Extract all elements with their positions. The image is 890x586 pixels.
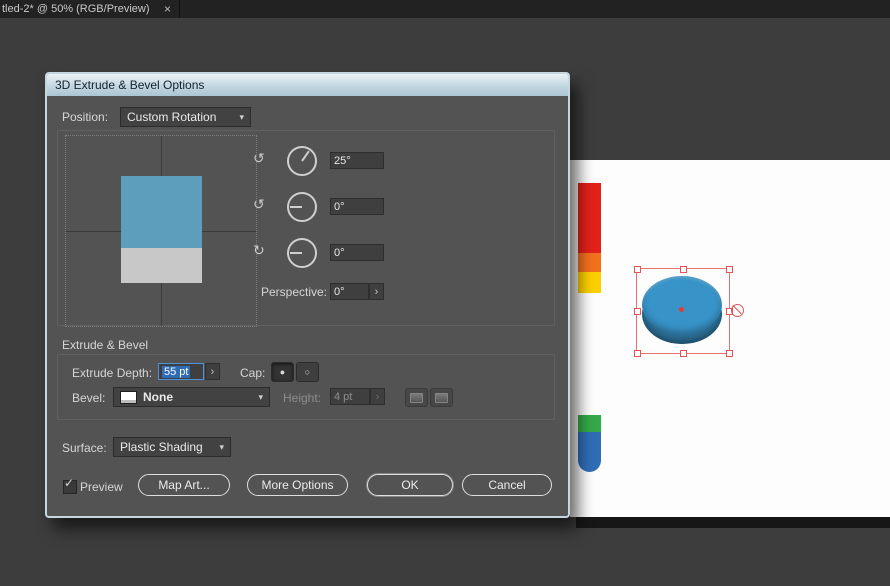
bevel-label: Bevel: [72, 391, 106, 405]
illustrator-window: tled-2* @ 50% (RGB/Preview) × 3D Extrude… [0, 0, 890, 586]
document-tab[interactable]: tled-2* @ 50% (RGB/Preview) [2, 3, 150, 15]
checkmark-icon: ✓ [64, 476, 75, 490]
dial-needle [290, 206, 302, 208]
bevel-height-spinner[interactable]: › [370, 388, 385, 405]
bevel-height-input[interactable]: 4 pt [330, 388, 370, 405]
cap-off-button[interactable]: ○ [296, 362, 319, 382]
extrude-depth-label: Extrude Depth: [72, 366, 153, 380]
artwork-color-bar-red[interactable] [578, 183, 601, 253]
track-cube-extrude-face[interactable] [121, 248, 202, 283]
surface-dropdown[interactable]: Plastic Shading ▾ [113, 437, 231, 457]
selection-handle[interactable] [634, 350, 641, 357]
cap-solid-icon: ● [279, 367, 286, 377]
selection-handle[interactable] [634, 308, 641, 315]
selection-handle[interactable] [726, 266, 733, 273]
document-tab-bar: tled-2* @ 50% (RGB/Preview) × [0, 0, 890, 18]
cancel-button[interactable]: Cancel [462, 474, 552, 496]
bevel-extent-out-icon [410, 392, 423, 403]
bevel-extent-out-button[interactable] [405, 388, 428, 407]
dialog-body: Position: Custom Rotation ▾ ↺ 25° ↺ 0° ↻… [47, 96, 568, 516]
rotate-x-input[interactable]: 25° [330, 152, 384, 169]
bevel-extent-in-button[interactable] [430, 388, 453, 407]
rotate-x-axis-icon: ↺ [253, 150, 265, 166]
cap-hollow-icon: ○ [304, 367, 311, 377]
tab-close-icon[interactable]: × [164, 2, 171, 16]
artwork-color-bar-green[interactable] [578, 415, 601, 432]
bevel-extent-in-icon [435, 392, 448, 403]
selection-handle[interactable] [680, 266, 687, 273]
rotate-x-dial[interactable] [287, 146, 317, 176]
artboard-shadow [576, 517, 890, 528]
dial-needle [301, 150, 310, 162]
rotate-z-dial[interactable] [287, 238, 317, 268]
perspective-label: Perspective: [260, 285, 327, 299]
chevron-down-icon: ▾ [239, 111, 244, 122]
rotate-y-dial[interactable] [287, 192, 317, 222]
selection-handle[interactable] [634, 266, 641, 273]
position-label: Position: [62, 110, 109, 124]
rotate-y-input[interactable]: 0° [330, 198, 384, 215]
rotate-indicator-icon [731, 304, 744, 317]
perspective-input[interactable]: 0° [330, 283, 369, 300]
chevron-down-icon: ▾ [258, 391, 263, 402]
bevel-dropdown[interactable]: None ▾ [113, 387, 270, 407]
artboard[interactable] [570, 160, 890, 517]
rotate-z-input[interactable]: 0° [330, 244, 384, 261]
extrude-depth-selected-text: 55 pt [162, 365, 191, 378]
cap-on-button[interactable]: ● [271, 362, 294, 382]
bevel-height-label: Height: [283, 391, 322, 405]
extrude-section-title: Extrude & Bevel [62, 338, 149, 352]
extruded-cylinder-top[interactable] [642, 276, 722, 334]
artwork-color-bar-orange[interactable] [578, 253, 601, 272]
artwork-color-bar-yellow[interactable] [578, 272, 601, 293]
position-value: Custom Rotation [127, 110, 217, 124]
surface-value: Plastic Shading [120, 440, 203, 454]
map-art-button[interactable]: Map Art... [138, 474, 230, 496]
selection-center-point [679, 307, 684, 312]
chevron-down-icon: ▾ [219, 441, 224, 452]
dialog-3d-extrude-bevel: 3D Extrude & Bevel Options Position: Cus… [45, 72, 570, 518]
bevel-value: None [143, 390, 173, 404]
rotate-z-axis-icon: ↻ [253, 242, 265, 258]
extrude-depth-spinner[interactable]: › [205, 363, 220, 380]
surface-label: Surface: [62, 441, 107, 455]
ok-button[interactable]: OK [367, 474, 453, 496]
bevel-none-thumbnail [120, 390, 137, 404]
more-options-button[interactable]: More Options [247, 474, 348, 496]
dial-needle [290, 252, 302, 254]
preview-label: Preview [80, 480, 123, 494]
track-cube-front-face[interactable] [121, 176, 202, 248]
selection-handle[interactable] [680, 350, 687, 357]
perspective-spinner[interactable]: › [369, 283, 384, 300]
dialog-title-bar[interactable]: 3D Extrude & Bevel Options [47, 74, 568, 96]
cap-label: Cap: [240, 366, 266, 380]
position-dropdown[interactable]: Custom Rotation ▾ [120, 107, 251, 127]
extrude-depth-input[interactable]: 55 pt [158, 363, 204, 380]
selection-handle[interactable] [726, 350, 733, 357]
artwork-color-bar-blue[interactable] [578, 432, 601, 472]
rotate-y-axis-icon: ↺ [253, 196, 265, 212]
